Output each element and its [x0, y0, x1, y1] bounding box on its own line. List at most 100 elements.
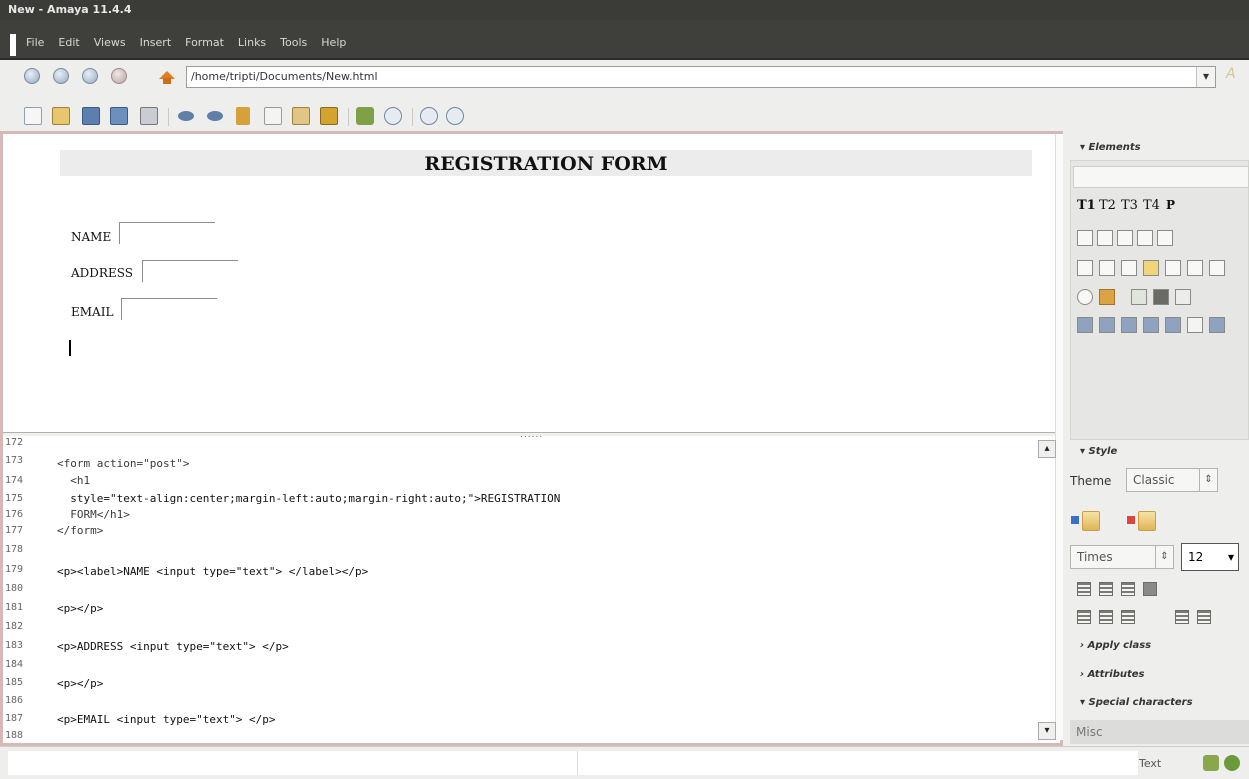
- list-icon[interactable]: [1097, 230, 1113, 246]
- text-style-icon[interactable]: [1099, 260, 1115, 276]
- vertical-scrollbar[interactable]: [1055, 134, 1063, 740]
- address-field-input[interactable]: [142, 260, 238, 282]
- form-icon[interactable]: [1077, 317, 1093, 333]
- address-input[interactable]: /home/tripti/Documents/New.html: [186, 66, 1216, 88]
- justify-icon[interactable]: [1143, 582, 1157, 596]
- indent-icon[interactable]: [1121, 610, 1135, 624]
- indent-icon[interactable]: [1197, 610, 1211, 624]
- stop-icon[interactable]: [111, 68, 127, 84]
- menu-tools[interactable]: Tools: [280, 36, 307, 49]
- paragraph-button[interactable]: P: [1166, 198, 1175, 212]
- heading-2-button[interactable]: T2: [1099, 198, 1116, 213]
- menu-help[interactable]: Help: [321, 36, 346, 49]
- email-input[interactable]: [121, 298, 217, 320]
- name-label: NAME: [71, 230, 112, 244]
- list-icon[interactable]: [1157, 230, 1173, 246]
- indent-icon[interactable]: [1077, 610, 1091, 624]
- print-icon[interactable]: [140, 107, 158, 125]
- link-icon[interactable]: [1077, 289, 1093, 305]
- back-icon[interactable]: [24, 68, 40, 84]
- redo-icon[interactable]: [207, 111, 223, 121]
- name-input[interactable]: [119, 222, 215, 244]
- align-right-icon[interactable]: [1121, 582, 1135, 596]
- list-icon[interactable]: [1077, 230, 1093, 246]
- text-style-icon[interactable]: [1165, 260, 1181, 276]
- page-heading[interactable]: REGISTRATION FORM: [60, 150, 1032, 176]
- align-left-icon[interactable]: [1077, 582, 1091, 596]
- text-style-icon[interactable]: [1209, 260, 1225, 276]
- forward-icon[interactable]: [53, 68, 69, 84]
- address-dropdown-button[interactable]: ▾: [1196, 67, 1215, 87]
- reload-icon[interactable]: [82, 68, 98, 84]
- annotate-icon[interactable]: A: [1226, 66, 1236, 82]
- text-style-icon[interactable]: [1121, 260, 1137, 276]
- form-icon[interactable]: [1209, 317, 1225, 333]
- anchor-icon[interactable]: [1099, 289, 1115, 305]
- menu-insert[interactable]: Insert: [140, 36, 172, 49]
- apply-class-header[interactable]: › Apply class: [1080, 640, 1151, 651]
- form-icon[interactable]: [1187, 317, 1203, 333]
- chevron-down-icon[interactable]: ▾: [1228, 544, 1234, 570]
- copy-icon[interactable]: [264, 107, 282, 125]
- table-icon[interactable]: [1175, 289, 1191, 305]
- source-line: </form>: [57, 524, 104, 537]
- text-style-icon[interactable]: [1143, 260, 1159, 276]
- font-family-select[interactable]: Times ⇕: [1070, 545, 1174, 569]
- list-icon[interactable]: [1117, 230, 1133, 246]
- menu-views[interactable]: Views: [94, 36, 126, 49]
- menu-format[interactable]: Format: [185, 36, 224, 49]
- form-icon[interactable]: [1099, 317, 1115, 333]
- zoom-out-icon[interactable]: [446, 107, 464, 125]
- lock-icon[interactable]: [1203, 755, 1219, 771]
- form-icon[interactable]: [1165, 317, 1181, 333]
- misc-section[interactable]: Misc: [1070, 720, 1249, 744]
- spinner-icon[interactable]: ⇕: [1155, 546, 1173, 568]
- chevron-down-icon: ▾: [1080, 446, 1089, 457]
- save-as-icon[interactable]: [110, 107, 128, 125]
- undo-icon[interactable]: [178, 111, 194, 121]
- heading-3-button[interactable]: T3: [1121, 198, 1138, 213]
- heading-1-button[interactable]: T1: [1077, 198, 1096, 213]
- image-insert-icon[interactable]: [1131, 289, 1147, 305]
- heading-4-button[interactable]: T4: [1143, 198, 1160, 213]
- object-icon[interactable]: [1153, 289, 1169, 305]
- element-tabs[interactable]: [1073, 166, 1249, 188]
- menu-links[interactable]: Links: [238, 36, 266, 49]
- foreground-color-button[interactable]: [1082, 511, 1100, 531]
- text-style-icon[interactable]: [1077, 260, 1093, 276]
- source-line: style="text-align:center;margin-left:aut…: [57, 492, 561, 505]
- spellcheck-icon[interactable]: [356, 107, 374, 125]
- open-icon[interactable]: [52, 107, 70, 125]
- attributes-header[interactable]: › Attributes: [1080, 669, 1145, 680]
- text-style-icon[interactable]: [1187, 260, 1203, 276]
- form-icon[interactable]: [1143, 317, 1159, 333]
- source-view[interactable]: 172 173 <form action="post"> 174 <h1 175…: [3, 437, 1048, 743]
- source-scrollbar[interactable]: ▴ ▾: [1038, 440, 1056, 740]
- special-characters-header[interactable]: ▾ Special characters: [1080, 697, 1193, 708]
- find-icon[interactable]: [384, 107, 402, 125]
- menu-edit[interactable]: Edit: [58, 36, 79, 49]
- align-center-icon[interactable]: [1099, 582, 1113, 596]
- font-size-select[interactable]: 12 ▾: [1181, 543, 1239, 571]
- spinner-icon[interactable]: ⇕: [1199, 469, 1217, 491]
- save-icon[interactable]: [82, 107, 100, 125]
- style-section-header[interactable]: ▾ Style: [1080, 446, 1117, 457]
- cut-icon[interactable]: [236, 107, 250, 125]
- list-icon[interactable]: [1137, 230, 1153, 246]
- paste-icon[interactable]: [292, 107, 310, 125]
- image-icon[interactable]: [320, 107, 338, 125]
- indent-icon[interactable]: [1099, 610, 1113, 624]
- menu-file[interactable]: File: [26, 36, 44, 49]
- window-title: New - Amaya 11.4.4: [0, 0, 1249, 20]
- background-color-button[interactable]: [1138, 511, 1156, 531]
- indent-icon[interactable]: [1175, 610, 1189, 624]
- scroll-up-icon[interactable]: ▴: [1038, 440, 1056, 458]
- form-icon[interactable]: [1121, 317, 1137, 333]
- scroll-down-icon[interactable]: ▾: [1038, 722, 1056, 740]
- zoom-in-icon[interactable]: [420, 107, 438, 125]
- elements-section-header[interactable]: ▾ Elements: [1080, 142, 1141, 153]
- new-document-icon[interactable]: [24, 107, 42, 125]
- theme-select[interactable]: Classic ⇕: [1126, 468, 1218, 492]
- home-icon[interactable]: [159, 71, 175, 84]
- theme-label: Theme: [1070, 474, 1112, 488]
